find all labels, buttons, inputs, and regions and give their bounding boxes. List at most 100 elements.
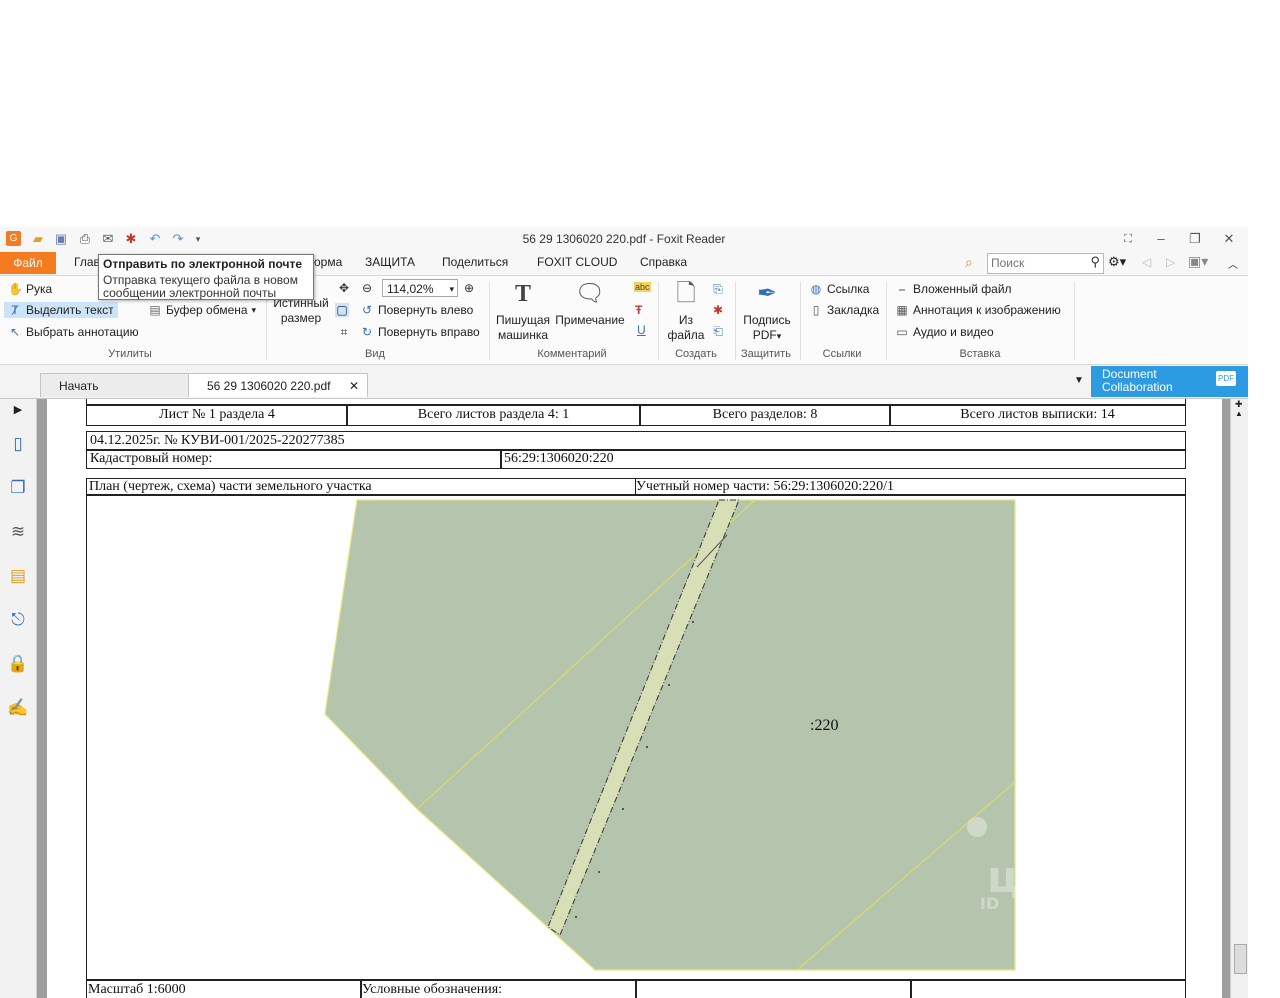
pan-icon[interactable]: ✥ [337,281,351,295]
clipboard-label: Буфер обмена [166,303,248,317]
from-clipboard-icon[interactable]: ⎗ [711,324,725,338]
layers-icon[interactable]: ≋ [7,521,29,543]
from-file-label-1: Из [678,313,694,327]
fullscreen-icon[interactable]: ⛶ [1117,230,1139,248]
pdf-page: Лист № 1 раздела 4 Всего листов раздела … [47,399,1222,998]
foxit-logo-icon[interactable]: G [6,231,21,246]
redo-icon[interactable]: ↷ [170,231,186,247]
close-icon[interactable]: ✕ [1218,230,1240,248]
typewriter-button[interactable]: T Пишущая машинка [494,278,552,343]
tab-start-label: Начать [59,379,99,393]
image-annotation-button[interactable]: ▦ Аннотация к изображению [895,303,1061,317]
tab-list-dropdown-icon[interactable]: ▼ [1074,375,1084,386]
underline-icon[interactable]: U [637,323,646,337]
zoom-select[interactable]: 114,02% ▾ [382,279,458,297]
fit-width-icon[interactable]: ⌗ [337,325,351,339]
tooltip-title: Отправить по электронной почте [103,257,303,271]
strikeout-icon[interactable]: Ŧ [635,303,642,317]
sign-pdf-label-2: PDF [752,328,777,342]
menu-help[interactable]: Справка [640,255,687,269]
rotate-left-button[interactable]: ↺ Повернуть влево [360,303,473,317]
group-label-insert: Вставка [959,348,1001,360]
close-tab-icon[interactable]: ✕ [349,374,359,398]
menu-share[interactable]: Поделиться [442,255,508,269]
attachment-icon[interactable]: ⎋ [7,609,29,631]
select-text-button[interactable]: Ⱦ Выделить текст [4,302,118,318]
collab-pdf-badge-icon: PDF [1216,371,1236,386]
link-button[interactable]: ◍ Ссылка [809,282,870,296]
security-lock-icon[interactable]: 🔒 [7,653,29,675]
extract-date-number: 04.12.2025г. № КУВИ-001/2025-220277385 [86,431,1186,451]
scroll-up-icon[interactable]: ▲ [1235,409,1243,418]
signature-icon[interactable]: ✍ [7,697,29,719]
collapse-ribbon-icon[interactable]: ︿ [1228,256,1238,271]
find-folder-icon[interactable]: ⌕ [965,254,973,271]
email-icon[interactable]: ✉ [100,231,116,247]
menu-foxit-cloud[interactable]: FOXIT CLOUD [537,255,617,269]
hand-tool-button[interactable]: ✋ Рука [8,282,52,296]
pages-icon[interactable]: ❐ [7,477,29,499]
actual-size-button[interactable]: Истинный размер [270,296,332,326]
paperclip-icon: ⎯ [898,282,905,296]
group-label-view: Вид [365,348,385,360]
vertical-scrollbar[interactable]: ✚ ▲ [1230,399,1248,998]
rotate-right-button[interactable]: ↻ Повернуть вправо [360,325,480,339]
from-scanner-icon[interactable]: ⎘ [711,282,725,296]
settings-gear-icon[interactable]: ⚙▾ [1108,254,1126,270]
zoom-in-icon[interactable]: ⊕ [462,281,476,295]
print-icon[interactable]: ⎙ [77,231,93,247]
note-button[interactable]: 🗨 Примечание [554,278,626,328]
scroll-thumb[interactable] [1234,944,1247,974]
rotate-right-icon: ↻ [361,325,373,339]
document-collaboration-panel[interactable]: Document Collaboration PDF [1091,366,1248,397]
parcel-map: :220 циан ID [324,499,1111,971]
new-document-icon[interactable]: ✱ [123,231,139,247]
search-input[interactable] [988,254,1084,271]
tab-document[interactable]: 56 29 1306020 220.pdf ✕ [188,373,368,397]
typewriter-label-1: Пишущая [496,313,550,327]
sign-pdf-button[interactable]: ✒ Подпись PDF▾ [740,278,794,344]
comments-icon[interactable]: ▤ [7,565,29,587]
select-annotation-button[interactable]: ↖ Выбрать аннотацию [8,325,139,339]
open-folder-icon[interactable]: ▰ [30,231,46,247]
expand-panel-icon[interactable]: ▶ [7,399,29,421]
user-avatar-icon[interactable]: ▣▾ [1188,253,1208,270]
undo-icon[interactable]: ↶ [147,231,163,247]
attached-file-button[interactable]: ⎯ Вложенный файл [895,282,1012,296]
next-icon[interactable]: ▷ [1166,255,1175,269]
page-thumbnail-icon[interactable]: ▯ [7,433,29,455]
menu-protect[interactable]: ЗАЩИТА [365,255,415,269]
cadastral-label: Кадастровый номер: [86,449,502,469]
save-icon[interactable]: ▣ [53,231,69,247]
arrow-cursor-icon: ↖ [9,325,21,339]
section-sheets-cell: Всего листов раздела 4: 1 [346,405,641,426]
note-icon: 🗨 [574,280,606,307]
hand-tool-label: Рука [26,282,53,296]
minimize-icon[interactable]: – [1150,230,1172,248]
tab-start[interactable]: Начать [40,373,190,397]
menu-file[interactable]: Файл [0,252,56,274]
search-icon[interactable]: ⚲ [1090,254,1100,270]
signature-pen-icon: ✒ [756,280,778,307]
restore-icon[interactable]: ❐ [1184,230,1206,248]
blank-page-icon[interactable]: ✱ [711,303,725,317]
fit-page-icon[interactable]: ▢ [335,303,349,317]
audio-video-button[interactable]: ▭ Аудио и видео [895,325,993,339]
legend-empty-cell [910,980,1186,998]
image-annotation-label: Аннотация к изображению [913,303,1061,317]
customize-quick-access-icon[interactable]: ▾ [190,231,206,247]
zoom-out-icon[interactable]: ⊖ [360,281,374,295]
search-field[interactable]: ⚲ [987,253,1104,274]
menu-home[interactable]: Глав [74,255,100,269]
from-file-button[interactable]: 🗋 Из файла [664,278,708,343]
clipboard-button[interactable]: ▤ Буфер обмена ▾ [148,303,256,317]
highlight-icon[interactable]: abc [634,282,651,292]
bookmark-button[interactable]: ▯ Закладка [809,303,879,317]
prev-icon[interactable]: ◁ [1142,255,1151,269]
zoom-dropdown-icon[interactable]: ▾ [449,280,454,298]
tooltip-body-2: сообщении электронной почты [103,286,277,300]
menu-form[interactable]: орма [314,255,342,269]
select-text-label: Выделить текст [26,303,114,317]
zoom-value: 114,02% [387,282,434,296]
bookmark-icon: ▯ [812,303,820,317]
